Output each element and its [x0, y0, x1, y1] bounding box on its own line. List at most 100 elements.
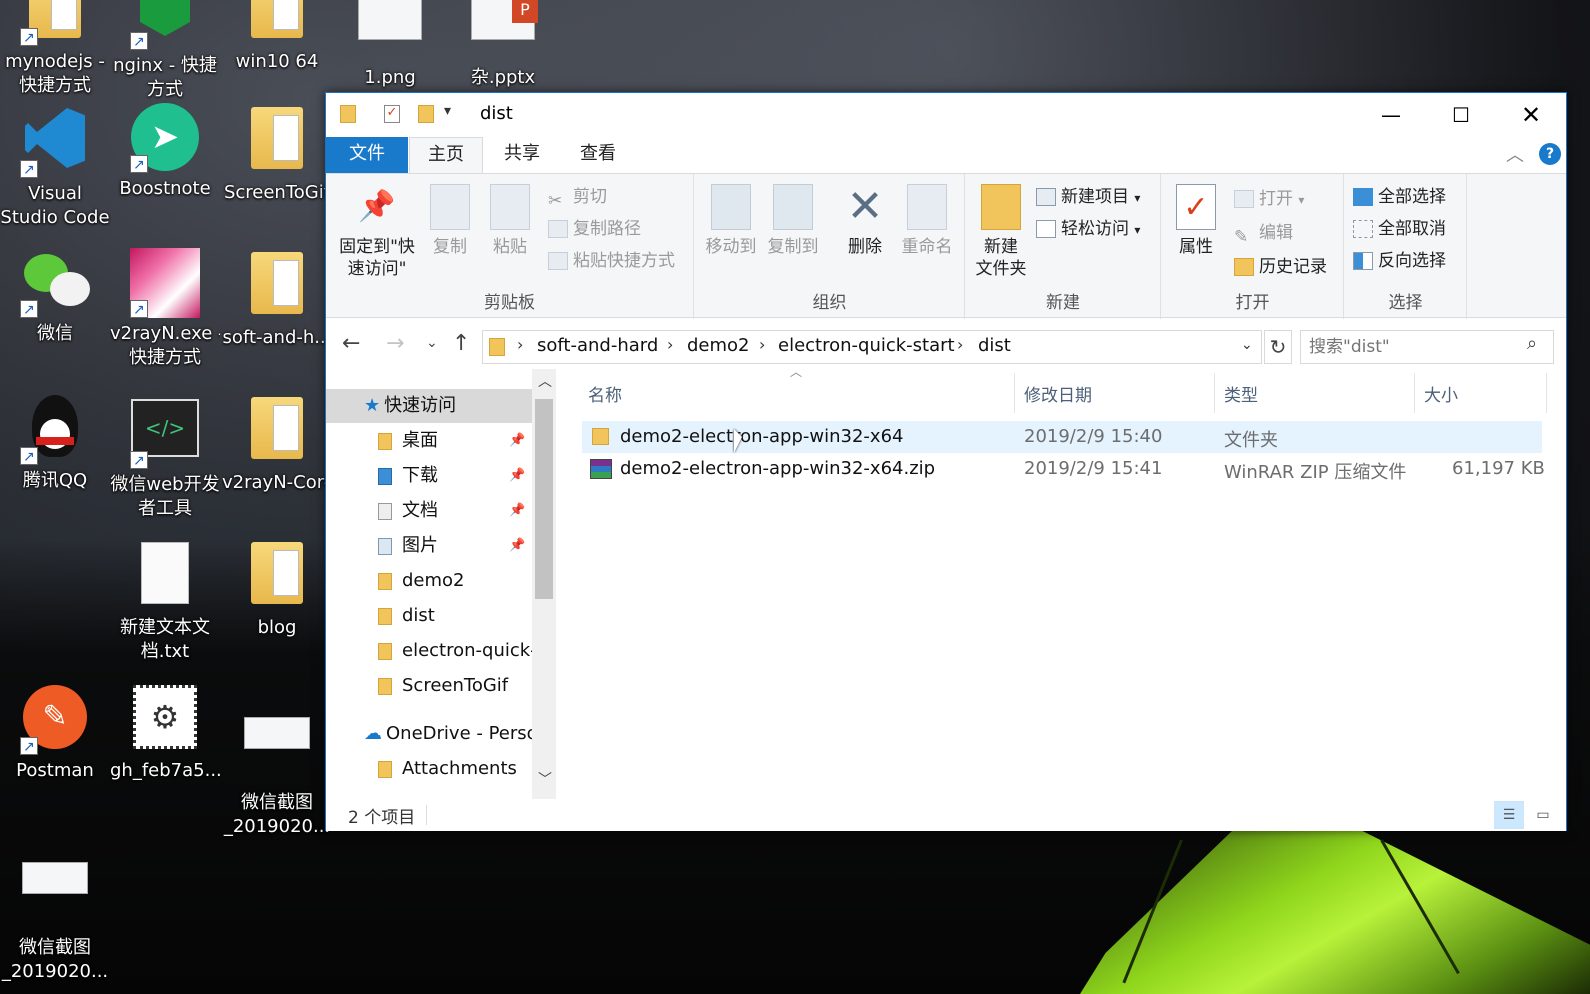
desktop-icon-v2rayn-core[interactable]: v2rayN-Core [222, 393, 332, 495]
nav-item-documents[interactable]: 文档 [378, 494, 438, 528]
desktop-icon-win10[interactable]: win10 64 [222, 0, 332, 74]
desktop-icon-screenshot-1[interactable]: 微信截图 _2019020... [222, 683, 332, 839]
column-header-date[interactable]: 修改日期 [1024, 381, 1092, 406]
properties-quick-access-icon[interactable]: ✓ [384, 105, 400, 123]
table-row[interactable]: demo2-electron-app-win32-x64 2019/2/9 15… [582, 421, 1542, 453]
nav-item-downloads[interactable]: 下载 [378, 459, 438, 493]
move-to-button[interactable]: 移动到 [701, 184, 761, 258]
nav-item-pictures[interactable]: 图片 [378, 529, 438, 563]
invert-selection-button[interactable]: 反向选择 [1353, 248, 1446, 274]
desktop-icon-wechat[interactable]: 微信 [0, 248, 110, 346]
nav-item-electron-quick-start[interactable]: electron-quick- [378, 634, 537, 668]
paste-shortcut-button[interactable]: 粘贴快捷方式 [548, 248, 675, 274]
desktop-icon-pptx[interactable]: P 杂.pptx [448, 0, 558, 90]
tab-home[interactable]: 主页 [409, 137, 483, 174]
column-divider[interactable] [1214, 373, 1215, 413]
rename-button[interactable]: 重命名 [897, 184, 957, 258]
properties-button[interactable]: ✓ 属性 [1168, 184, 1224, 258]
nav-item-dist[interactable]: dist [378, 599, 435, 633]
desktop-icon-nginx[interactable]: nginx - 快捷 方式 [110, 0, 220, 102]
desktop-icon-screentogif[interactable]: ScreenToGif [222, 103, 332, 205]
desktop-icon-qq[interactable]: 腾讯QQ [0, 393, 110, 493]
desktop-icon-new-text[interactable]: 新建文本文 档.txt [110, 538, 220, 664]
desktop-icon-wechat-devtools[interactable]: </> 微信web开发 者工具 [110, 393, 220, 521]
column-header-name[interactable]: 名称 [588, 381, 622, 406]
new-folder-quick-access-icon[interactable] [418, 105, 434, 123]
address-bar[interactable]: › soft-and-hard › demo2 › electron-quick… [482, 330, 1262, 364]
nav-item-desktop[interactable]: 桌面 [378, 424, 438, 458]
breadcrumb-demo2[interactable]: demo2 [687, 335, 750, 356]
history-button[interactable]: 历史记录 [1234, 254, 1327, 280]
search-input[interactable] [1309, 335, 1519, 359]
details-view-icon[interactable]: ☰ [1494, 801, 1524, 829]
copy-to-button[interactable]: 复制到 [763, 184, 823, 258]
address-history-chevron-icon[interactable]: ⌄ [1241, 337, 1253, 353]
select-none-button[interactable]: 全部取消 [1353, 216, 1446, 242]
up-arrow-icon[interactable]: ↑ [452, 331, 470, 356]
close-button[interactable]: ✕ [1496, 93, 1566, 137]
desktop-icon-blog[interactable]: blog [222, 538, 332, 640]
scroll-down-arrow-icon[interactable]: ﹀ [538, 769, 552, 789]
breadcrumb-separator-icon[interactable]: › [667, 335, 673, 354]
table-row[interactable]: demo2-electron-app-win32-x64.zip 2019/2/… [582, 453, 1545, 485]
desktop-icon-postman[interactable]: ✎ Postman [0, 683, 110, 783]
paste-button[interactable]: 粘贴 [482, 184, 538, 258]
delete-button[interactable]: ✕ 删除 [837, 184, 893, 258]
breadcrumb-separator-icon[interactable]: › [957, 335, 963, 354]
large-icons-view-icon[interactable]: ▭ [1528, 801, 1558, 829]
tab-file[interactable]: 文件 [326, 137, 408, 173]
tab-share[interactable]: 共享 [486, 137, 558, 173]
breadcrumb-separator-icon[interactable]: › [759, 335, 765, 354]
search-box[interactable]: ⌕ [1300, 330, 1554, 364]
column-divider[interactable] [1546, 373, 1547, 413]
nav-item-label: 文档 [402, 500, 438, 521]
easy-access-button[interactable]: 轻松访问 ▾ [1036, 216, 1140, 242]
pin-quick-access-button[interactable]: 📌 固定到"快 速访问" [334, 184, 420, 280]
nav-scrollbar[interactable]: ︿ ﹀ [532, 369, 556, 799]
refresh-icon[interactable]: ↻ [1264, 330, 1292, 364]
customize-quick-access-chevron-icon[interactable]: ▾ [444, 103, 451, 119]
cut-button[interactable]: ✂ 剪切 [548, 184, 607, 211]
nav-item-attachments[interactable]: Attachments [378, 752, 517, 786]
search-icon[interactable]: ⌕ [1527, 333, 1537, 354]
copy-button[interactable]: 复制 [422, 184, 478, 258]
new-item-button[interactable]: 新建项目 ▾ [1036, 184, 1140, 210]
column-header-size[interactable]: 大小 [1424, 381, 1458, 406]
scroll-up-arrow-icon[interactable]: ︿ [538, 371, 552, 391]
minimize-button[interactable]: — [1356, 93, 1426, 137]
nav-onedrive[interactable]: ☁ OneDrive - Perso [364, 717, 538, 751]
breadcrumb-dist[interactable]: dist [978, 335, 1011, 356]
forward-arrow-icon[interactable]: → [386, 331, 404, 356]
new-folder-button[interactable]: 新建 文件夹 [968, 184, 1034, 280]
open-button[interactable]: 打开 ▾ [1234, 186, 1304, 212]
collapse-ribbon-chevron-icon[interactable]: ︿ [1506, 141, 1524, 167]
desktop-icon-mynodejs[interactable]: mynodejs - 快捷方式 [0, 0, 110, 98]
desktop-icon-soft-and-hard[interactable]: soft-and-h... [222, 248, 332, 350]
nav-item-demo2[interactable]: demo2 [378, 564, 465, 598]
column-header-type[interactable]: 类型 [1224, 381, 1258, 406]
breadcrumb-separator-icon[interactable]: › [517, 335, 523, 354]
maximize-button[interactable]: ☐ [1426, 93, 1496, 137]
edit-button[interactable]: ✎ 编辑 [1234, 220, 1293, 247]
column-divider[interactable] [1014, 373, 1015, 413]
nav-quick-access[interactable]: ★ 快速访问 [326, 389, 532, 423]
recent-locations-chevron-icon[interactable]: ⌄ [426, 335, 438, 351]
desktop-icon-v2rayn[interactable]: v2rayN.exe - 快捷方式 [110, 248, 220, 370]
breadcrumb-soft-and-hard[interactable]: soft-and-hard [537, 335, 658, 356]
delete-x-icon: ✕ [846, 181, 884, 232]
help-icon[interactable]: ? [1539, 143, 1561, 165]
scrollbar-thumb[interactable] [535, 399, 553, 599]
desktop-icon-qrcode[interactable]: ⚙ gh_feb7a5... [110, 683, 220, 783]
column-divider[interactable] [1414, 373, 1415, 413]
back-arrow-icon[interactable]: ← [342, 331, 360, 356]
desktop-icon-vscode[interactable]: Visual Studio Code [0, 103, 110, 230]
desktop-folder-icon [378, 432, 392, 450]
select-all-button[interactable]: 全部选择 [1353, 184, 1446, 210]
breadcrumb-electron-quick-start[interactable]: electron-quick-start [778, 335, 955, 356]
nav-item-screentogif[interactable]: ScreenToGif [378, 669, 508, 703]
tab-view[interactable]: 查看 [562, 137, 634, 173]
copy-path-button[interactable]: 复制路径 [548, 216, 641, 242]
desktop-icon-boostnote[interactable]: ➤ Boostnote [110, 103, 220, 201]
desktop-icon-png[interactable]: 1.png [335, 0, 445, 90]
desktop-icon-screenshot-2[interactable]: 微信截图 _2019020... [0, 828, 110, 984]
